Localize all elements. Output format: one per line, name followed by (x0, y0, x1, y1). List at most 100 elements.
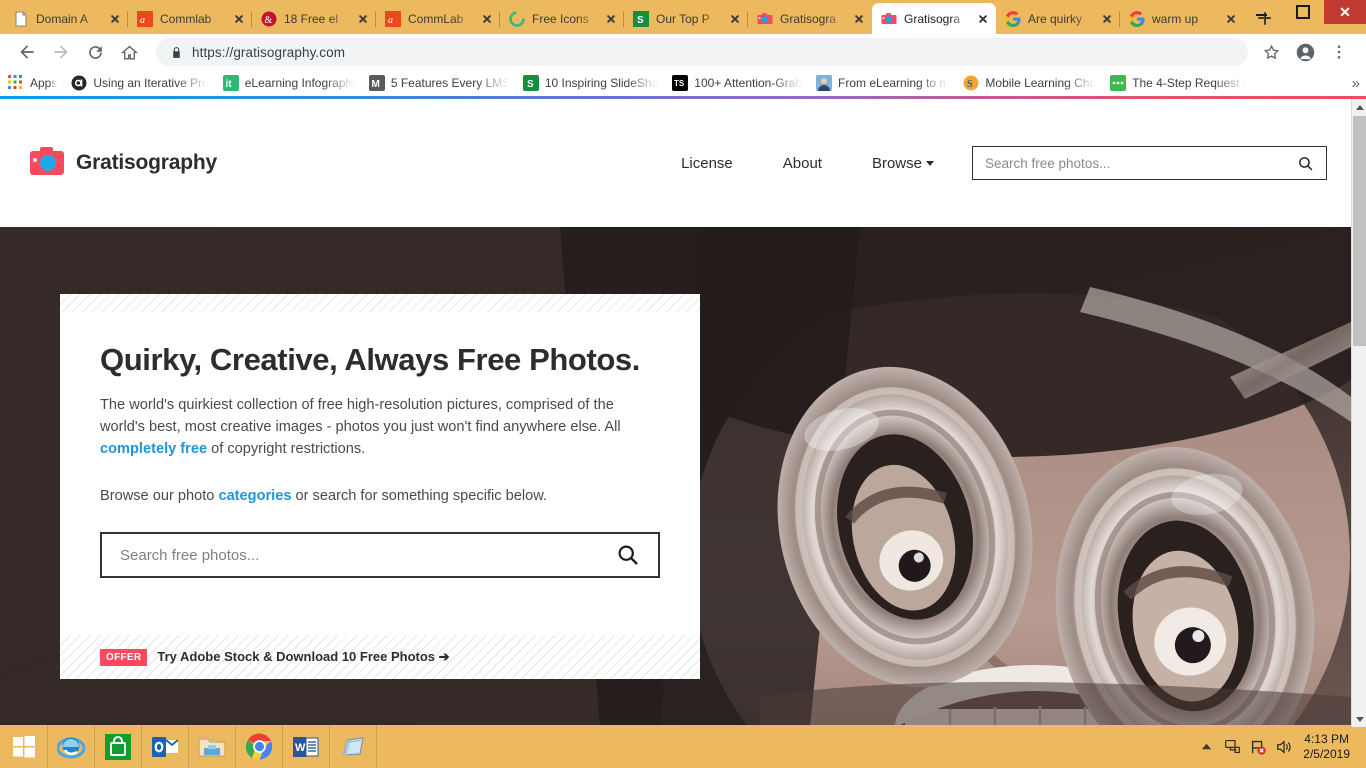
gratisography-page: Gratisography License About Browse Searc… (0, 99, 1351, 727)
start-button[interactable] (0, 725, 48, 768)
gratisography-icon (881, 11, 897, 27)
offer-banner[interactable]: OFFER Try Adobe Stock & Download 10 Free… (60, 635, 700, 679)
up-chevron-icon[interactable] (1193, 725, 1219, 768)
completely-free-link[interactable]: completely free (100, 441, 207, 457)
system-tray: 4:13 PM 2/5/2019 (1193, 725, 1366, 768)
tab-title: warm up (1152, 12, 1199, 26)
network-icon[interactable] (1219, 725, 1245, 768)
hero-description: The world's quirkiest collection of free… (100, 394, 660, 460)
close-window-button[interactable]: ✕ (1324, 0, 1366, 24)
sticky-notes-icon[interactable] (330, 725, 377, 768)
minimize-button[interactable] (1240, 0, 1282, 24)
tab-close-icon[interactable] (230, 10, 248, 28)
apps-shortcut[interactable]: Apps (8, 75, 57, 91)
flag-alert-icon[interactable] (1245, 725, 1271, 768)
offer-text[interactable]: Try Adobe Stock & Download 10 Free Photo… (157, 649, 449, 665)
page-viewport: Gratisography License About Browse Searc… (0, 99, 1366, 727)
bookmarks-overflow-icon[interactable]: » (1352, 75, 1360, 92)
bookmark-item[interactable]: S Mobile Learning Cha (963, 75, 1096, 91)
person-photo-icon (816, 75, 833, 91)
internet-explorer-icon[interactable] (48, 725, 95, 768)
tab-title: Are quirky (1028, 12, 1083, 26)
back-arrow-icon[interactable] (10, 35, 44, 69)
browser-tab[interactable]: Gratisogra (747, 4, 872, 34)
scroll-down-arrow-icon[interactable] (1352, 711, 1366, 727)
browser-tab[interactable]: Free Icons (499, 4, 624, 34)
hero-search-input[interactable]: Search free photos... (100, 532, 660, 578)
search-icon[interactable] (1297, 155, 1314, 172)
bookmark-item[interactable]: S 10 Inspiring SlideSha (522, 75, 659, 91)
tab-close-icon[interactable] (478, 10, 496, 28)
microsoft-word-icon[interactable]: W (283, 725, 330, 768)
browser-tab[interactable]: Domain A (4, 4, 128, 34)
nav-item-browse[interactable]: Browse (872, 155, 934, 172)
svg-text:S: S (967, 79, 973, 90)
slideshare-icon: S (633, 11, 649, 27)
tab-close-icon[interactable] (1222, 10, 1240, 28)
page-scrollbar[interactable] (1351, 99, 1366, 727)
hero-content-card: Quirky, Creative, Always Free Photos. Th… (60, 294, 700, 679)
browser-tab[interactable]: Gratisogra (872, 3, 996, 34)
bookmark-item[interactable]: The 4-Step Request f (1110, 75, 1246, 91)
tab-close-icon[interactable] (850, 10, 868, 28)
taskbar-clock[interactable]: 4:13 PM 2/5/2019 (1297, 732, 1358, 762)
hero-card-body: Quirky, Creative, Always Free Photos. Th… (60, 312, 700, 578)
address-bar[interactable]: https://gratisography.com (156, 38, 1248, 66)
bookmark-label: Using an Iterative Pro (93, 76, 209, 90)
svg-text:a: a (140, 15, 145, 26)
hero-browse-part1: Browse our photo (100, 488, 219, 504)
tab-close-icon[interactable] (1098, 10, 1116, 28)
tab-close-icon[interactable] (974, 10, 992, 28)
tab-title: Domain A (36, 12, 89, 26)
tab-title: 18 Free el (284, 12, 339, 26)
tab-close-icon[interactable] (106, 10, 124, 28)
nav-item-about[interactable]: About (783, 155, 822, 172)
page-title: Quirky, Creative, Always Free Photos. (100, 342, 640, 377)
browser-tab[interactable]: S Our Top P (623, 4, 748, 34)
site-logo[interactable]: Gratisography (30, 147, 217, 175)
browser-tab[interactable]: Are quirky (996, 4, 1120, 34)
bookmark-item[interactable]: TS 100+ Attention-Grab (672, 75, 802, 91)
bookmark-label: 10 Inspiring SlideSha (544, 76, 659, 90)
browser-tab[interactable]: a Commlab (127, 4, 252, 34)
google-icon (1005, 11, 1021, 27)
clock-time: 4:13 PM (1304, 731, 1349, 746)
tab-close-icon[interactable] (354, 10, 372, 28)
speaker-icon[interactable] (1271, 725, 1297, 768)
microsoft-store-icon[interactable] (95, 725, 142, 768)
gratisography-icon (757, 11, 773, 27)
bookmark-item[interactable]: From eLearning to m (816, 75, 949, 91)
browser-tab[interactable]: & 18 Free el (251, 4, 376, 34)
magnifier-icon[interactable] (616, 543, 640, 567)
home-icon[interactable] (112, 35, 146, 69)
nav-item-license[interactable]: License (681, 155, 733, 172)
tab-title: Commlab (160, 12, 212, 26)
svg-text:W: W (295, 742, 306, 754)
bookmark-item[interactable]: Using an Iterative Pro (71, 75, 209, 91)
maximize-button[interactable] (1282, 0, 1324, 24)
tab-close-icon[interactable] (602, 10, 620, 28)
bookmark-label: 100+ Attention-Grab (694, 76, 803, 90)
reload-icon[interactable] (78, 35, 112, 69)
lock-icon (170, 46, 183, 59)
header-search-input[interactable]: Search free photos... (972, 146, 1327, 180)
star-icon[interactable] (1254, 35, 1288, 69)
profile-avatar-icon[interactable] (1288, 35, 1322, 69)
browser-tab[interactable]: warm up (1119, 4, 1244, 34)
tab-close-icon[interactable] (726, 10, 744, 28)
svg-text:&: & (265, 15, 273, 26)
outlook-icon[interactable] (142, 725, 189, 768)
bookmark-item[interactable]: M 5 Features Every LMS (368, 75, 509, 91)
categories-link[interactable]: categories (218, 488, 291, 504)
scrollbar-thumb[interactable] (1353, 116, 1366, 346)
header-search-placeholder: Search free photos... (985, 155, 1111, 171)
bookmark-label: The 4-Step Request f (1132, 76, 1247, 90)
three-dot-menu-icon[interactable] (1322, 35, 1356, 69)
browser-tab[interactable]: a CommLab (375, 4, 500, 34)
site-logo-text: Gratisography (76, 151, 217, 174)
file-explorer-icon[interactable] (189, 725, 236, 768)
google-chrome-icon[interactable] (236, 725, 283, 768)
scroll-up-arrow-icon[interactable] (1352, 99, 1366, 115)
forward-arrow-icon[interactable] (44, 35, 78, 69)
bookmark-item[interactable]: it eLearning Infographi (222, 75, 355, 91)
